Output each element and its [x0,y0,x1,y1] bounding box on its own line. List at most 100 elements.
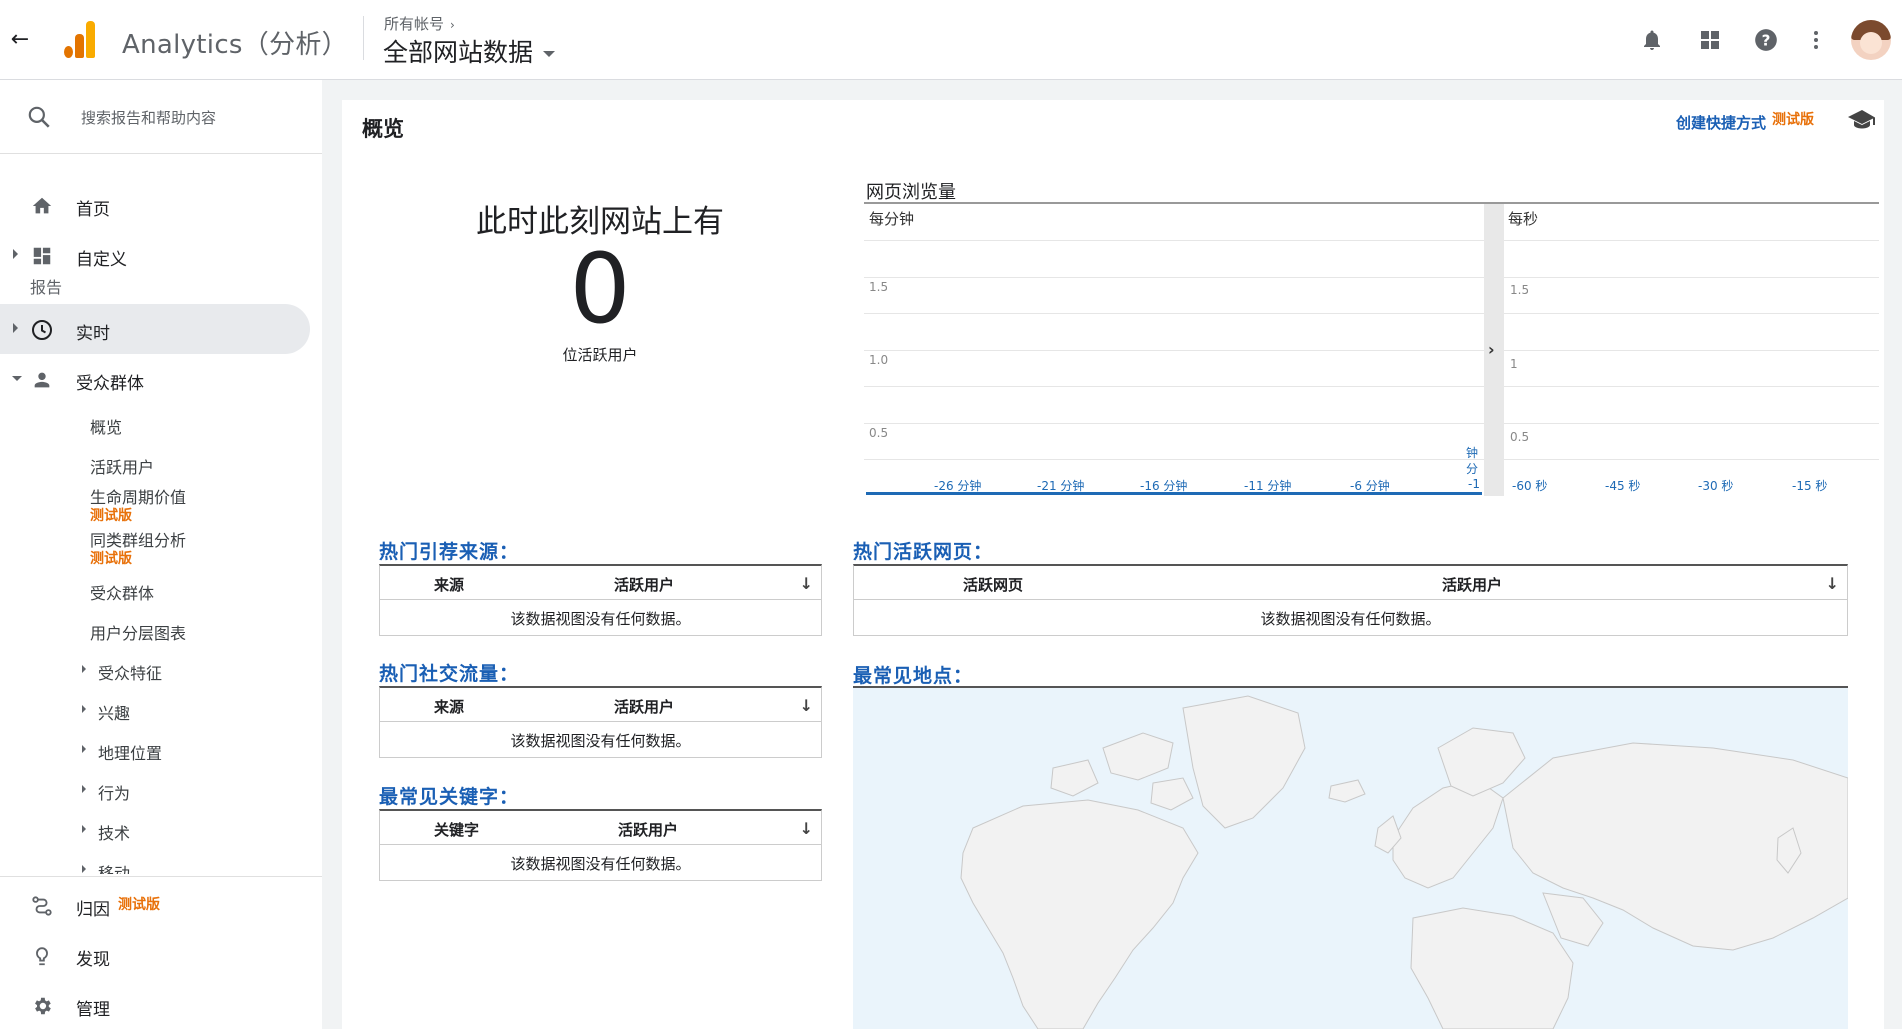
sidebar-divider [0,876,322,877]
column-header[interactable]: 来源 [434,574,464,595]
attribution-icon [30,894,54,918]
chevron-right-icon: › [1488,340,1495,359]
home-icon [30,194,54,218]
top-pages-table: 活跃网页 活跃用户 ↓ 该数据视图没有任何数据。 [853,564,1848,636]
column-header[interactable]: 关键字 [434,819,479,840]
sidebar-item-audience[interactable]: 受众群体 [0,354,310,404]
gridline [864,277,1484,278]
column-header[interactable]: 活跃用户 [1442,574,1502,595]
empty-message: 该数据视图没有任何数据。 [1260,610,1441,628]
top-social-title: 热门社交流量： [379,663,520,685]
top-keywords-title: 最常见关键字： [379,786,520,808]
expand-arrow-icon[interactable] [82,745,86,753]
page-title: 概览 [362,117,404,141]
header-divider [363,16,364,60]
chart-scroll-handle[interactable]: › [1484,204,1504,496]
beta-badge: 测试版 [90,551,132,567]
sort-arrow-icon[interactable]: ↓ [800,696,813,715]
column-header[interactable]: 来源 [434,696,464,717]
gridline [864,423,1484,424]
expand-arrow-icon[interactable] [82,865,86,873]
gridline [864,386,1484,387]
column-header[interactable]: 活跃用户 [618,819,678,840]
sidebar-item-realtime[interactable]: 实时 [0,304,310,354]
y-tick: 0.5 [1510,430,1530,444]
property-selector[interactable]: 全部网站数据 [383,33,556,69]
shortcut-label: 创建快捷方式 [1676,114,1767,132]
sidebar-sub-cohort[interactable]: 同类群组分析 测试版 [90,527,186,567]
create-shortcut-link[interactable]: 创建快捷方式 测试版 [1676,112,1814,133]
table-header: 关键字 活跃用户 ↓ [380,811,821,845]
top-app-bar: ← Analytics（分析） 所有帐号 › 全部网站数据 ? [0,0,1902,80]
sidebar-sub-overview[interactable]: 概览 [90,414,122,438]
expand-arrow-icon[interactable] [82,785,86,793]
sidebar-sub-geo[interactable]: 地理位置 [98,740,162,764]
sidebar-sub-active-users[interactable]: 活跃用户 [90,454,154,478]
empty-message: 该数据视图没有任何数据。 [510,610,691,628]
column-header[interactable]: 活跃用户 [614,574,674,595]
sort-arrow-icon[interactable]: ↓ [800,819,813,838]
sidebar-sub-interests[interactable]: 兴趣 [98,700,130,724]
sidebar-sub-user-explorer[interactable]: 用户分层图表 [90,620,186,644]
table-header: 活跃网页 活跃用户 ↓ [854,566,1847,600]
gridline [864,459,1484,460]
graduation-cap-icon[interactable] [1847,108,1877,130]
sidebar-sub-lifetime-value[interactable]: 生命周期价值 测试版 [90,484,186,524]
sidebar-item-customize[interactable]: 自定义 [0,230,310,280]
expand-arrow-icon[interactable] [82,825,86,833]
breadcrumb[interactable]: 所有帐号 › [384,13,455,34]
live-users-count: 0 [569,233,631,345]
chevron-right-icon: › [450,18,455,32]
sidebar-item-attribution[interactable]: 归因 测试版 [0,880,310,930]
sidebar-item-home[interactable]: 首页 [0,180,310,230]
x-tick: -15 秒 [1792,479,1828,493]
arrow-back-icon[interactable]: ← [6,26,34,54]
sidebar-sub-audiences[interactable]: 受众群体 [90,580,154,604]
breadcrumb-label: 所有帐号 [384,15,445,33]
sidebar-sub-behavior[interactable]: 行为 [98,780,130,804]
sort-arrow-icon[interactable]: ↓ [1826,574,1839,593]
gridline [864,350,1484,351]
world-map[interactable] [853,688,1848,1029]
svg-text:?: ? [1762,31,1771,49]
sidebar-item-admin[interactable]: 管理 [0,980,310,1030]
gridline [1504,459,1879,460]
gridline [1504,277,1879,278]
y-tick: 1.5 [869,280,889,294]
world-map-svg [960,695,1848,1029]
help-icon[interactable]: ? [1750,24,1782,56]
property-name: 全部网站数据 [383,38,534,67]
y-tick: 1.5 [1510,283,1530,297]
expand-arrow-icon[interactable] [82,665,86,673]
column-header[interactable]: 活跃网页 [963,574,1023,595]
pageviews-per-second-chart: 每秒 1.5 1 0.5 -60 秒 -45 秒 -30 秒 -15 秒 [1504,204,1879,496]
sidebar-search[interactable]: 搜索报告和帮助内容 [0,80,322,154]
reports-section-label: 报告 [30,278,63,297]
gridline [1504,240,1879,241]
top-pages-title: 热门活跃网页： [853,541,994,563]
avatar[interactable] [1851,20,1891,60]
sidebar-sub-technology[interactable]: 技术 [98,820,130,844]
lightbulb-icon [30,944,54,968]
collapse-arrow-icon[interactable] [12,376,22,381]
expand-arrow-icon[interactable] [82,705,86,713]
pageviews-title: 网页浏览量 [866,182,956,203]
apps-icon[interactable] [1694,24,1726,56]
sidebar-sub-mobile[interactable]: 移动 [98,860,130,874]
table-header: 来源 活跃用户 ↓ [380,566,821,600]
sidebar-item-label: 归因 测试版 [76,895,160,920]
more-vert-icon[interactable] [1800,24,1832,56]
per-second-label: 每秒 [1508,210,1539,228]
expand-arrow-icon[interactable] [13,249,18,259]
app-name[interactable]: Analytics（分析） [122,24,348,61]
top-referrals-title: 热门引荐来源： [379,541,520,563]
pageviews-per-minute-chart: 每分钟 1.5 1.0 0.5 -26 分钟 -21 分钟 -16 分钟 -11… [864,204,1484,496]
sidebar-sub-demographics[interactable]: 受众特征 [98,660,162,684]
x-tick: -60 秒 [1512,479,1548,493]
column-header[interactable]: 活跃用户 [614,696,674,717]
expand-arrow-icon[interactable] [13,323,18,333]
sort-arrow-icon[interactable]: ↓ [800,574,813,593]
bell-icon[interactable] [1636,24,1668,56]
analytics-logo[interactable] [62,20,98,58]
sidebar-item-discover[interactable]: 发现 [0,930,310,980]
